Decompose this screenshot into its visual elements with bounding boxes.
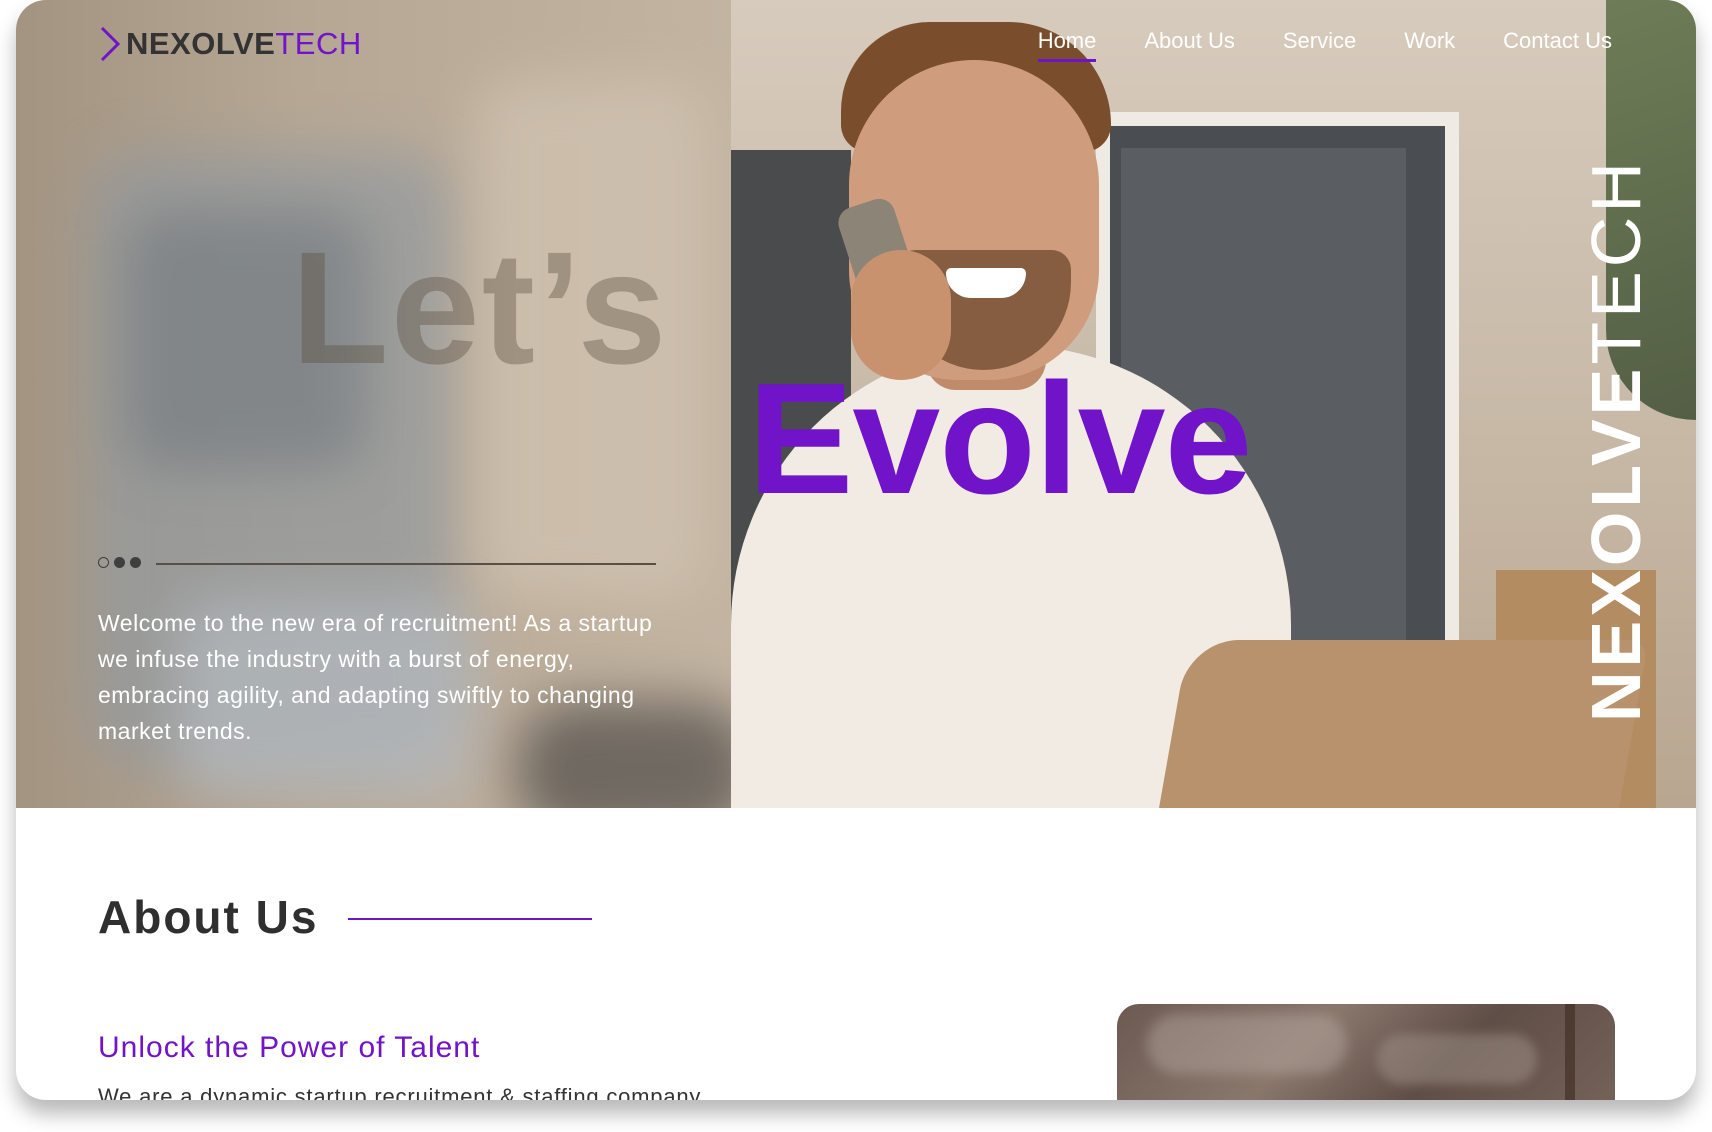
hero-description: Welcome to the new era of recruitment! A… <box>98 610 653 744</box>
carousel-dot[interactable] <box>114 557 125 568</box>
heading-divider <box>348 918 592 920</box>
logo[interactable]: NEXOLVE TECH <box>96 26 362 62</box>
carousel-dot[interactable] <box>98 557 109 568</box>
vertical-brand-light: TECH <box>1577 158 1655 365</box>
main-nav: Home About Us Service Work Contact Us <box>1037 28 1612 62</box>
vertical-brand-text: NEXOLVETECH <box>1576 158 1656 722</box>
hero-section: NEXOLVE TECH Home About Us Service Work … <box>16 0 1696 808</box>
logo-text-light: TECH <box>275 26 362 61</box>
page-frame: NEXOLVE TECH Home About Us Service Work … <box>16 0 1696 1100</box>
chevron-right-icon <box>100 26 121 62</box>
carousel-indicator <box>98 557 141 568</box>
hero-headline: Evolve <box>748 351 1252 527</box>
carousel-dot[interactable] <box>130 557 141 568</box>
nav-item-contact-us[interactable]: Contact Us <box>1503 28 1612 62</box>
about-subheading: Unlock the Power of Talent <box>98 1031 481 1064</box>
vertical-brand-bold: NEXOLVE <box>1577 364 1655 722</box>
carousel-divider <box>156 563 656 565</box>
nav-item-work[interactable]: Work <box>1404 28 1455 62</box>
hero-watermark-text: Let’s <box>291 218 669 397</box>
logo-text-bold: NEXOLVE <box>126 26 276 61</box>
nav-item-service[interactable]: Service <box>1283 28 1356 62</box>
nav-item-home[interactable]: Home <box>1037 28 1096 62</box>
about-paragraph: We are a dynamic startup recruitment & s… <box>98 1084 702 1100</box>
nav-item-about-us[interactable]: About Us <box>1144 28 1235 62</box>
about-heading: About Us <box>98 891 319 943</box>
about-image <box>1117 1004 1615 1100</box>
